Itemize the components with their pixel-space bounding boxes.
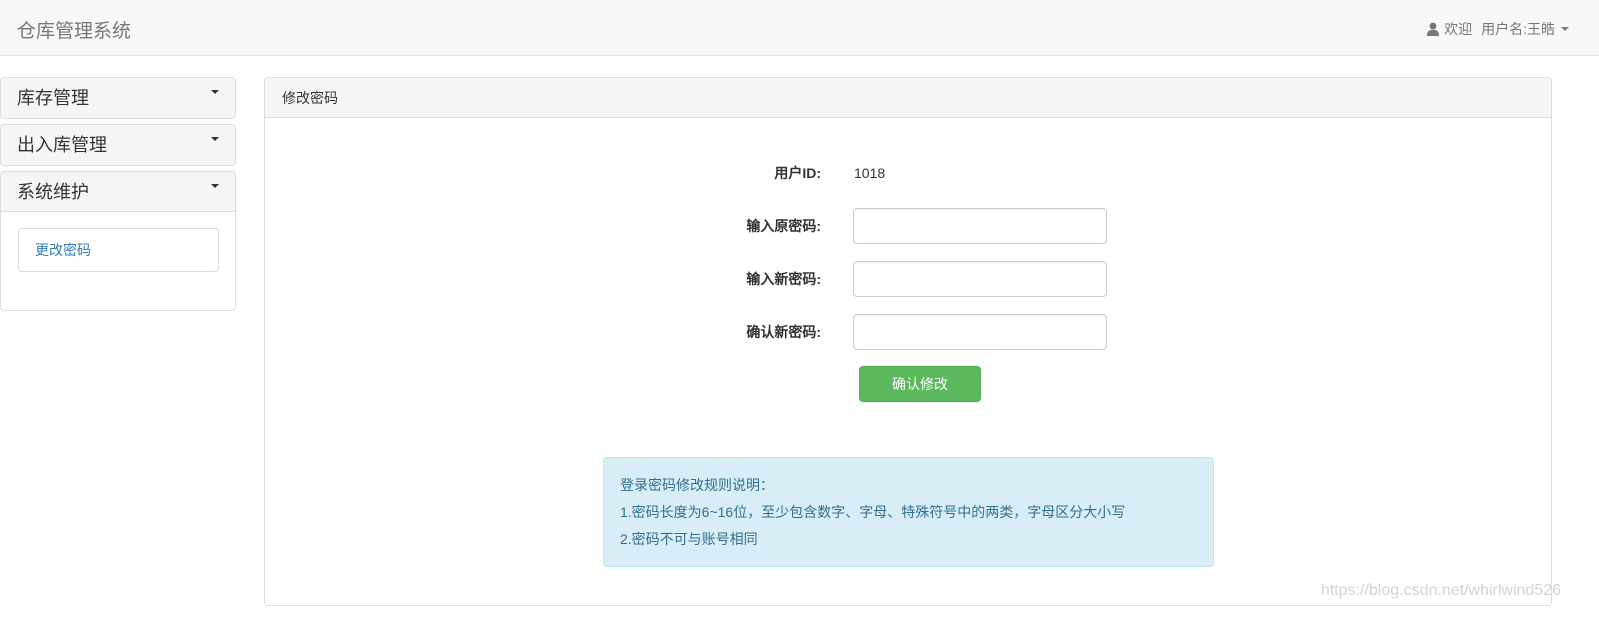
- user-id-label: 用户ID:: [774, 165, 821, 181]
- confirm-change-button[interactable]: 确认修改: [859, 366, 981, 402]
- form-row-user-id: 用户ID: 1018: [265, 155, 1551, 191]
- new-password-input[interactable]: [853, 261, 1107, 297]
- sidebar: 库存管理 出入库管理 系统维护 更改密码: [0, 77, 236, 316]
- username-text: 用户名:王皓: [1481, 21, 1555, 37]
- welcome-text: 欢迎: [1444, 21, 1473, 37]
- confirm-password-label: 确认新密码:: [746, 324, 821, 340]
- caret-down-icon: [211, 184, 219, 188]
- sidebar-item-change-password[interactable]: 更改密码: [18, 228, 219, 272]
- sidebar-heading-system[interactable]: 系统维护: [1, 172, 235, 212]
- user-id-value: 1018: [854, 165, 886, 181]
- sidebar-heading-inventory[interactable]: 库存管理: [1, 78, 235, 118]
- sidebar-panel-system: 系统维护 更改密码: [0, 171, 236, 311]
- rules-title: 登录密码修改规则说明：: [620, 477, 774, 493]
- sidebar-panel-inventory: 库存管理: [0, 77, 236, 119]
- form-row-confirm-password: 确认新密码:: [265, 314, 1551, 350]
- form-row-new-password: 输入新密码:: [265, 261, 1551, 297]
- caret-down-icon: [1561, 27, 1569, 31]
- new-password-label: 输入新密码:: [746, 271, 821, 287]
- form-row-old-password: 输入原密码:: [265, 208, 1551, 244]
- sidebar-heading-inout[interactable]: 出入库管理: [1, 125, 235, 165]
- sidebar-panel-inout: 出入库管理: [0, 124, 236, 166]
- app-title[interactable]: 仓库管理系统: [17, 16, 131, 43]
- rules-line-2: 2.密码不可与账号相同: [620, 531, 758, 547]
- confirm-password-input[interactable]: [853, 314, 1107, 350]
- rules-line-1: 1.密码长度为6~16位，至少包含数字、字母、特殊符号中的两类，字母区分大小写: [620, 504, 1126, 520]
- user-menu[interactable]: 欢迎 用户名:王皓: [1426, 19, 1569, 39]
- old-password-label: 输入原密码:: [746, 218, 821, 234]
- sidebar-heading-label: 库存管理: [17, 88, 89, 108]
- caret-down-icon: [211, 137, 219, 141]
- password-rules-alert: 登录密码修改规则说明： 1.密码长度为6~16位，至少包含数字、字母、特殊符号中…: [603, 457, 1214, 567]
- caret-down-icon: [211, 90, 219, 94]
- old-password-input[interactable]: [853, 208, 1107, 244]
- change-password-panel: 修改密码 用户ID: 1018 输入原密码: 输入新密码: 确认新密码: 确认修…: [264, 77, 1552, 606]
- sidebar-heading-label: 出入库管理: [17, 135, 107, 155]
- watermark: https://blog.csdn.net/whirlwind526: [1320, 582, 1561, 599]
- user-icon: [1426, 22, 1440, 36]
- sidebar-heading-label: 系统维护: [17, 182, 89, 202]
- top-navbar: 仓库管理系统 欢迎 用户名:王皓: [0, 0, 1599, 56]
- panel-title: 修改密码: [265, 78, 1551, 118]
- sidebar-panel-body: 更改密码: [1, 212, 235, 310]
